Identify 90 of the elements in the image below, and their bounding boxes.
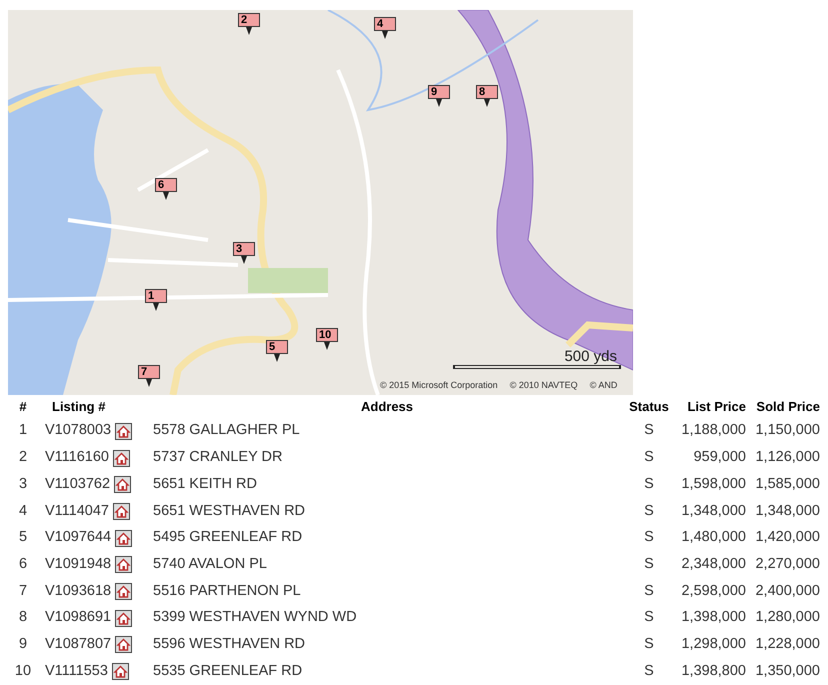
map-marker[interactable]: 8	[476, 85, 498, 99]
sold-price: 1,228,000	[754, 634, 820, 654]
column-header: Address	[360, 398, 414, 416]
address-text: 5495 GREENLEAF RD	[152, 528, 304, 548]
house-icon[interactable]	[114, 476, 132, 494]
house-icon[interactable]	[112, 450, 130, 467]
row-number: 2	[18, 448, 28, 468]
row-number: 6	[18, 554, 28, 574]
copyright-text: © 2010 NAVTEQ	[510, 379, 578, 392]
row-number: 10	[14, 662, 32, 681]
listing-number: V1116160	[45, 448, 109, 468]
list-price: 1,348,000	[680, 502, 746, 521]
address-text: 5399 WESTHAVEN WYND WD	[152, 608, 358, 628]
house-icon[interactable]	[115, 422, 132, 440]
row-number: 5	[18, 528, 28, 548]
list-price: 1,480,000	[680, 528, 746, 548]
house-icon[interactable]	[115, 582, 132, 600]
list-price: 2,598,000	[680, 582, 746, 601]
listing-number: V1114047	[45, 502, 109, 521]
sold-price: 1,150,000	[754, 421, 820, 440]
listing-number: V1091948	[45, 554, 112, 574]
status-text: S	[643, 528, 655, 548]
sold-price: 1,280,000	[754, 608, 820, 628]
map-marker[interactable]: 5	[266, 340, 288, 354]
listing-number: V1078003	[45, 421, 112, 440]
copyright-text: © 2015 Microsoft Corporation	[380, 379, 498, 392]
listing-number: V1097644	[45, 528, 112, 548]
list-price: 1,298,000	[680, 634, 746, 654]
address-text: 5535 GREENLEAF RD	[152, 662, 304, 681]
map-marker[interactable]: 10	[316, 328, 338, 342]
listing-number: V1111553	[45, 662, 108, 681]
map-marker[interactable]: 3	[233, 242, 255, 256]
map-marker[interactable]: 7	[138, 365, 160, 379]
house-icon[interactable]	[115, 556, 132, 574]
status-text: S	[643, 554, 655, 574]
sold-price: 1,585,000	[754, 474, 820, 494]
column-header: Status	[628, 398, 670, 416]
list-price: 2,348,000	[680, 554, 746, 574]
status-text: S	[643, 662, 655, 681]
column-header: Sold Price	[755, 398, 820, 416]
listing-number: V1103762	[45, 474, 110, 494]
sold-price: 2,270,000	[754, 554, 820, 574]
status-text: S	[643, 608, 655, 628]
row-number: 8	[18, 608, 28, 628]
row-number: 1	[18, 421, 28, 440]
address-text: 5578 GALLAGHER PL	[152, 421, 301, 440]
sold-price: 1,348,000	[754, 502, 820, 521]
house-icon[interactable]	[112, 663, 129, 680]
address-text: 5737 CRANLEY DR	[152, 448, 284, 468]
list-price: 1,188,000	[680, 421, 746, 440]
address-text: 5740 AVALON PL	[152, 554, 268, 574]
address-text: 5651 KEITH RD	[152, 474, 258, 494]
map-marker[interactable]: 1	[145, 289, 167, 303]
address-text: 5596 WESTHAVEN RD	[152, 634, 306, 654]
status-text: S	[643, 474, 655, 494]
column-header: #	[18, 398, 28, 416]
map-marker[interactable]: 2	[238, 13, 260, 27]
list-price: 1,598,000	[680, 474, 746, 494]
status-text: S	[643, 582, 655, 601]
status-text: S	[643, 634, 655, 654]
house-icon[interactable]	[112, 502, 130, 520]
row-number: 9	[18, 634, 28, 654]
scale-label: 500 yds	[564, 348, 618, 365]
status-text: S	[643, 502, 655, 521]
house-icon[interactable]	[115, 610, 132, 627]
row-number: 3	[18, 474, 28, 494]
column-header: Listing #	[51, 398, 106, 416]
house-icon[interactable]	[115, 636, 132, 654]
sold-price: 1,126,000	[754, 448, 820, 468]
sold-price: 2,400,000	[754, 582, 820, 601]
status-text: S	[643, 421, 655, 440]
status-text: S	[643, 448, 655, 468]
list-price: 1,398,000	[680, 608, 746, 628]
listing-number: V1087807	[45, 634, 112, 654]
map-marker[interactable]: 9	[428, 85, 450, 99]
column-header: List Price	[686, 398, 746, 416]
listing-number: V1093618	[45, 582, 112, 601]
map-marker[interactable]: 6	[155, 178, 177, 192]
list-price: 1,398,800	[680, 662, 746, 681]
listing-number: V1098691	[45, 608, 112, 628]
address-text: 5516 PARTHENON PL	[152, 582, 302, 601]
map-marker[interactable]: 4	[374, 17, 396, 31]
row-number: 4	[18, 502, 28, 521]
list-price: 959,000	[692, 448, 746, 468]
sold-price: 1,350,000	[754, 662, 820, 681]
row-number: 7	[18, 582, 28, 601]
copyright-text: © AND	[590, 379, 618, 392]
house-icon[interactable]	[115, 530, 132, 547]
sold-price: 1,420,000	[754, 528, 820, 548]
address-text: 5651 WESTHAVEN RD	[152, 502, 306, 521]
